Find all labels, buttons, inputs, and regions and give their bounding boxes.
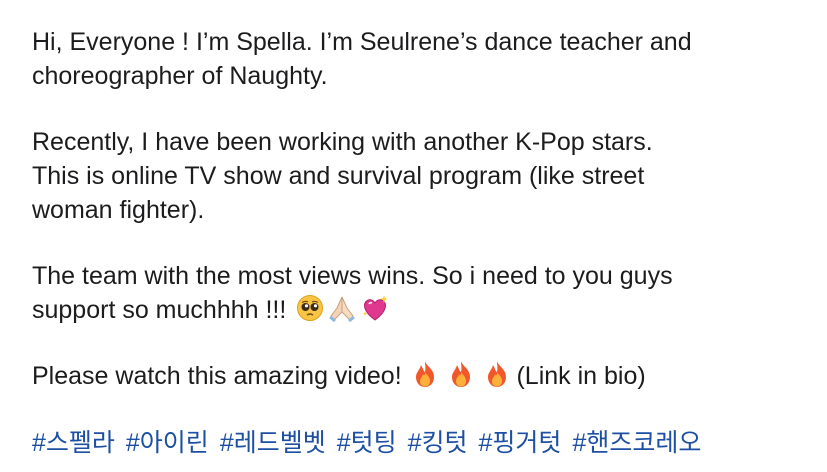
hashtag-list: #스펠라 #아이린 #레드벨벳 #텃팅 #킹텃 #핑거텃 #핸즈코레오 [32,426,812,460]
pleading-face-icon [296,294,324,322]
fire-icon [448,360,474,388]
hashtag-link[interactable]: #킹텃 [408,429,468,457]
hashtag-link[interactable]: #텃팅 [337,429,397,457]
hashtag-link[interactable]: #레드벨벳 [220,429,326,457]
paragraph-watch-video: Please watch this amazing video! (Link i… [32,359,812,393]
watch-video-text: Please watch this amazing video! [32,362,402,390]
hashtag-link[interactable]: #스펠라 [32,429,115,457]
hashtag-link[interactable]: #핑거텃 [479,429,562,457]
paragraph-support-request: The team with the most views wins. So i … [32,259,812,327]
hashtag-link[interactable]: #핸즈코레오 [572,429,701,457]
sparkling-heart-icon [360,294,390,322]
link-in-bio-text: (Link in bio) [516,362,646,390]
paragraph-intro: Hi, Everyone ! I’m Spella. I’m Seulrene’… [32,28,692,90]
fire-icon [484,360,510,388]
fire-icon [412,360,438,388]
hashtag-link[interactable]: #아이린 [126,429,209,457]
folded-hands-icon [327,294,357,322]
paragraph-show-info: Recently, I have been working with anoth… [32,128,653,224]
post-body: Hi, Everyone ! I’m Spella. I’m Seulrene’… [32,25,812,460]
